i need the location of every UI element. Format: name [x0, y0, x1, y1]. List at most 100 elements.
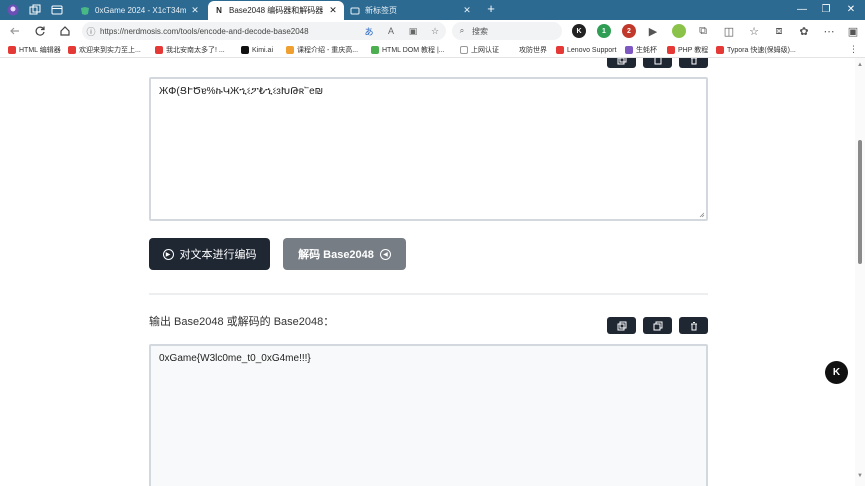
output-duplicate-button[interactable] — [643, 317, 672, 334]
bookmark-favicon-icon — [371, 46, 379, 54]
input-clear-button[interactable] — [679, 58, 708, 68]
duplicate-icon — [653, 321, 662, 330]
bookmarks-bar: HTML 编辑器 欢迎来到实力至上... 我北安南太多了! ... Kimi.a… — [0, 42, 865, 58]
tab-label: 新标签页 — [365, 6, 397, 15]
encode-button[interactable]: ▶ 对文本进行编码 — [149, 238, 270, 270]
bookmark-item[interactable]: 我北安南太多了! ... — [155, 44, 225, 56]
collections-icon[interactable]: ⧈ — [772, 24, 786, 38]
bookmark-favicon-icon — [716, 46, 724, 54]
copilot-icon[interactable]: ✿ — [797, 24, 811, 38]
extension-shield-icon[interactable]: 1 — [597, 24, 611, 38]
play-extension-icon[interactable]: ▶ — [646, 24, 660, 38]
output-copy-button[interactable] — [607, 317, 636, 334]
close-window-button[interactable]: ✕ — [843, 2, 859, 18]
tab-close-icon[interactable]: ✕ — [462, 5, 472, 16]
tab-0xgame[interactable]: 0xGame 2024 - X1cT34m::CTF ✕ — [74, 1, 206, 20]
profile-icon[interactable] — [6, 3, 20, 17]
bookmark-favicon-icon — [556, 46, 564, 54]
navigation-bar: ⓘ https://nerdmosis.com/tools/encode-and… — [0, 20, 865, 42]
page-scrollbar[interactable]: ▲ ▼ — [855, 58, 865, 486]
bookmark-item[interactable]: Kimi.ai — [241, 44, 273, 56]
tab-close-icon[interactable]: ✕ — [190, 5, 200, 16]
split-screen-icon[interactable]: ◫ — [722, 24, 736, 38]
read-aloud-icon[interactable]: A — [380, 26, 402, 36]
search-box[interactable]: ⌕ 搜索 — [452, 22, 562, 40]
output-text: 0xGame{W3lc0me_t0_0xG4me!!!} — [159, 353, 311, 364]
bookmark-item[interactable]: 攻防世界 — [508, 44, 547, 56]
scroll-up-icon[interactable]: ▲ — [856, 62, 864, 70]
output-label: 输出 Base2048 或解码的 Base2048： — [149, 316, 335, 328]
bookmarks-more-icon[interactable]: ⋮ — [849, 44, 858, 55]
copy-icon — [617, 321, 626, 330]
bookmark-item[interactable]: 欢迎来到实力至上... — [68, 44, 141, 56]
tab-label: 0xGame 2024 - X1cT34m::CTF — [95, 6, 186, 15]
scroll-down-icon[interactable]: ▼ — [856, 473, 864, 481]
input-text: ЖՓ(ՑՒԾɐ%ኩԿЖኂଽፖ₺ኂଽɜԽԹʀ՟e₪ — [159, 86, 324, 97]
tab-actions-icon[interactable] — [50, 3, 64, 17]
input-paste-button[interactable] — [643, 58, 672, 68]
search-icon: ⌕ — [459, 26, 465, 35]
resize-handle-icon[interactable] — [699, 212, 705, 218]
section-divider — [149, 293, 708, 295]
input-copy-button[interactable] — [607, 58, 636, 68]
translate-icon[interactable]: あ — [358, 25, 380, 38]
tab-base2048[interactable]: N Base2048 编码器和解码器 ✕ — [208, 1, 344, 20]
page-content: ЖՓ(ՑՒԾɐ%ኩԿЖኂଽፖ₺ኂଽɜԽԹʀ՟e₪ ▶ 对文本进行编码 解码 Ba… — [0, 58, 855, 486]
bookmark-item[interactable]: PHP 教程 — [667, 44, 708, 56]
bookmark-favicon-icon — [625, 46, 633, 54]
decode-button[interactable]: 解码 Base2048 ◀ — [283, 238, 406, 270]
output-clear-button[interactable] — [679, 317, 708, 334]
bookmark-favicon-icon — [8, 46, 16, 54]
decode-button-label: 解码 Base2048 — [298, 249, 374, 261]
paste-icon — [654, 58, 661, 64]
extension-ublock-icon[interactable]: 2 — [622, 24, 636, 38]
home-icon[interactable] — [58, 24, 72, 38]
input-textarea[interactable]: ЖՓ(ՑՒԾɐ%ኩԿЖኂଽፖ₺ኂଽɜԽԹʀ՟e₪ — [149, 77, 708, 221]
minimize-button[interactable]: — — [794, 2, 810, 18]
favorite-star-icon[interactable]: ☆ — [424, 26, 446, 37]
favorites-icon[interactable]: ☆ — [747, 24, 761, 38]
bookmark-favicon-icon — [155, 46, 163, 54]
workspaces-icon[interactable] — [28, 3, 42, 17]
bookmark-favicon-icon — [667, 46, 675, 54]
address-bar[interactable]: ⓘ https://nerdmosis.com/tools/encode-and… — [82, 22, 446, 40]
tab-strip: 0xGame 2024 - X1cT34m::CTF ✕ N Base2048 … — [0, 0, 865, 20]
copy-icon — [617, 58, 626, 64]
output-textarea[interactable]: 0xGame{W3lc0me_t0_0xG4me!!!} — [149, 344, 708, 486]
more-menu-icon[interactable]: ⋯ — [822, 24, 836, 38]
maximize-button[interactable]: ❐ — [818, 2, 834, 18]
tab-close-icon[interactable]: ✕ — [328, 5, 338, 16]
nerdmosis-favicon-icon: N — [216, 6, 222, 15]
newtab-favicon-icon — [350, 6, 360, 16]
back-icon[interactable] — [8, 24, 22, 38]
trash-icon — [690, 58, 697, 64]
bookmark-item[interactable]: 课程介绍 - 重庆高... — [286, 44, 358, 56]
tab-label: Base2048 编码器和解码器 — [229, 6, 324, 15]
scroll-thumb[interactable] — [858, 140, 862, 264]
site-info-icon[interactable]: ⓘ — [82, 25, 100, 38]
bookmark-favicon-icon — [286, 46, 294, 54]
sidebar-toggle-icon[interactable]: ▣ — [846, 24, 860, 38]
bookmark-favicon-icon — [241, 46, 249, 54]
immersive-reader-icon[interactable]: ▣ — [402, 26, 424, 37]
encode-button-label: 对文本进行编码 — [179, 249, 257, 261]
extension-k-icon[interactable]: K — [572, 24, 586, 38]
extensions-puzzle-icon[interactable]: ⧉ — [696, 24, 710, 38]
new-tab-button[interactable]: + — [484, 2, 498, 16]
bookmark-favicon-icon — [460, 46, 468, 54]
bookmark-item[interactable]: Typora 快速(保姆级)... — [716, 44, 796, 56]
kimi-assistant-button[interactable]: K — [825, 361, 848, 384]
bookmark-item[interactable]: 生蚝杯 — [625, 44, 657, 56]
tab-newtab[interactable]: 新标签页 ✕ — [344, 1, 478, 20]
ctf-favicon-icon — [80, 6, 90, 16]
bookmark-item[interactable]: Lenovo Support — [556, 44, 616, 56]
url-text[interactable]: https://nerdmosis.com/tools/encode-and-d… — [100, 27, 358, 36]
bookmark-item[interactable]: HTML DOM 教程 |... — [371, 44, 445, 56]
bookmark-item[interactable]: HTML 编辑器 — [8, 44, 61, 56]
play-circle-icon: ▶ — [162, 248, 174, 260]
back-circle-icon: ◀ — [379, 248, 391, 260]
bookmark-favicon-icon — [508, 46, 516, 54]
extension-green-dot-icon[interactable] — [672, 24, 686, 38]
refresh-icon[interactable] — [33, 24, 47, 38]
bookmark-item[interactable]: 上网认证 — [460, 44, 499, 56]
